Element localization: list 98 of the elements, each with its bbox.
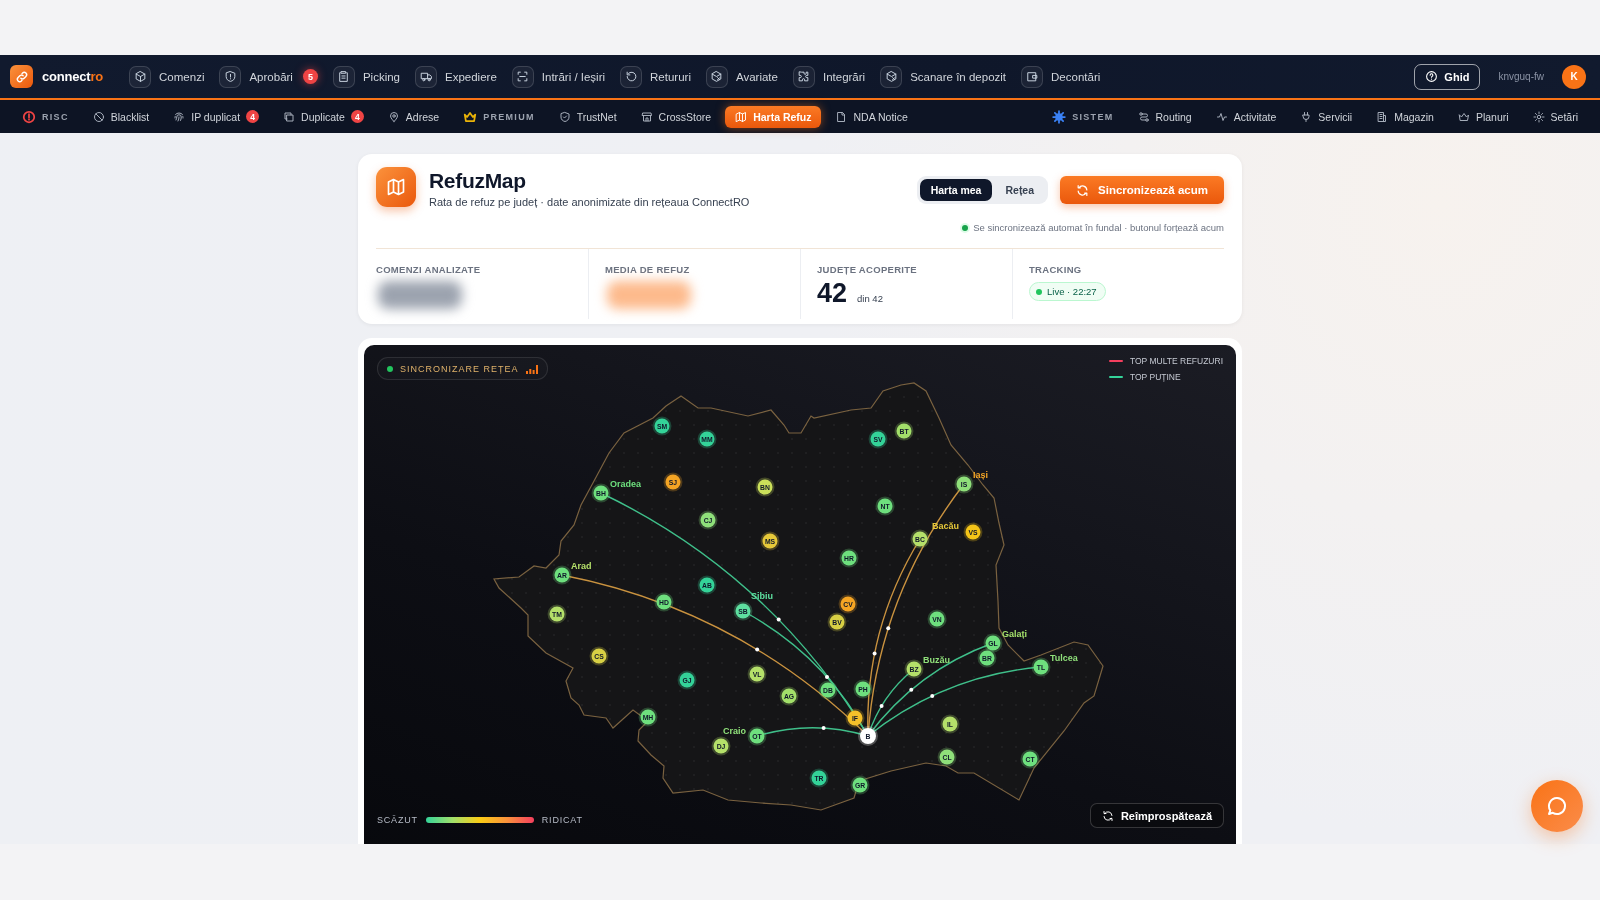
subnav-tab[interactable]: Planuri [1447, 105, 1519, 128]
nav-link[interactable]: Intrări / Ieșiri [511, 65, 606, 88]
stat-label: MEDIA DE REFUZ [605, 264, 691, 275]
stat-label: COMENZI ANALIZATE [376, 264, 482, 275]
sync-icon [1076, 183, 1090, 197]
shield-icon [219, 65, 242, 88]
scale-high-label: RIDICAT [541, 815, 583, 825]
subnav-tab[interactable]: Blacklist [82, 105, 160, 128]
wallet-icon [1021, 65, 1044, 88]
section-label: SISTEM [1072, 111, 1114, 122]
subnav-tab[interactable]: Duplicate 4 [273, 105, 374, 128]
legend-label: TOP PUȚINE [1129, 372, 1181, 382]
settings-icon [1532, 110, 1545, 123]
section-label: RISC [42, 111, 69, 122]
stat-value: 42 [817, 278, 848, 309]
plug-icon [1300, 110, 1313, 123]
route-marker [776, 617, 781, 622]
nav-link[interactable]: Decontări [1021, 65, 1101, 88]
help-icon [1425, 70, 1439, 83]
route-icon [1137, 110, 1150, 123]
city-label: Tulcea [1050, 653, 1078, 663]
nav-link[interactable]: Expediere [415, 65, 497, 88]
route-marker [886, 626, 891, 631]
signal-bars-icon [525, 363, 538, 374]
route-marker [909, 687, 914, 692]
nav-link[interactable]: Comenzi [129, 65, 205, 88]
undo-icon [620, 65, 643, 88]
copy-icon [283, 110, 296, 123]
truck-icon [415, 65, 437, 88]
stat-label: JUDEȚE ACOPERITE [817, 264, 918, 275]
page-title: RefuzMap [429, 169, 527, 193]
refresh-button[interactable]: Reîmprospătează [1089, 803, 1224, 828]
route-marker [755, 647, 760, 652]
user-name: knvguq-fw [1498, 71, 1544, 82]
count-badge: 5 [302, 69, 318, 84]
ban-icon [92, 110, 105, 123]
city-label: Arad [571, 561, 592, 571]
subnav-tab[interactable]: Servicii [1290, 105, 1363, 128]
subnav-tab[interactable]: NDA Notice [825, 105, 918, 128]
count-badge: 4 [350, 110, 364, 123]
location-pin-icon [387, 110, 400, 123]
store-icon [640, 110, 653, 123]
fingerprint-icon [173, 110, 186, 123]
city-label: Iași [973, 470, 988, 480]
route-marker [930, 693, 935, 698]
subnav-tab[interactable]: CrossStore [630, 105, 722, 128]
nav-link[interactable]: Picking [332, 65, 400, 88]
toggle-option[interactable]: Harta mea [919, 179, 993, 201]
subnav-tab[interactable]: Adrese [377, 105, 450, 128]
sync-status-text: SINCRONIZARE REȚEA [400, 363, 519, 374]
subnav-tab[interactable]: TrustNet [548, 105, 627, 128]
city-label: Craio [723, 726, 746, 736]
sync-icon [1101, 809, 1114, 822]
subnav-tab[interactable]: IP duplicat 4 [163, 105, 270, 128]
stat-label: TRACKING [1029, 264, 1083, 275]
route-marker [872, 651, 877, 656]
crown-icon [1457, 110, 1470, 123]
logo-icon[interactable] [10, 65, 33, 88]
guide-button[interactable]: Ghid [1414, 63, 1481, 90]
subnav-tab[interactable]: Activitate [1205, 105, 1287, 128]
city-label: Galați [1002, 629, 1027, 639]
subnav-tab[interactable]: Setări [1522, 105, 1588, 128]
document-icon [835, 110, 848, 123]
status-dot [962, 224, 969, 231]
subnav-tab[interactable]: Magazin [1366, 105, 1444, 128]
scan-icon [511, 65, 534, 88]
building-icon [1376, 110, 1389, 123]
city-label: Buzău [923, 655, 950, 665]
brand-name: connectro [42, 69, 104, 84]
route-marker [821, 726, 826, 730]
nav-link[interactable]: Integrări [792, 65, 866, 88]
package-icon [705, 65, 728, 88]
legend-label: TOP MULTE REFUZURI [1129, 356, 1223, 366]
nav-link[interactable]: Avariate [705, 65, 778, 88]
subnav-tab[interactable]: Routing [1127, 105, 1202, 128]
map-icon [735, 110, 748, 123]
scale-low-label: SCĂZUT [377, 815, 418, 825]
count-badge: 4 [246, 110, 260, 123]
section-label: PREMIUM [483, 111, 535, 122]
puzzle-icon [792, 65, 815, 88]
box-icon [129, 65, 152, 88]
shield-check-icon [558, 110, 571, 123]
clipboard-icon [332, 65, 355, 88]
live-status-pill: Live · 22:27 [1029, 282, 1106, 301]
nav-link[interactable]: Aprobări 5 [219, 65, 318, 88]
city-label: Oradea [610, 479, 642, 489]
nav-link[interactable]: Scanare în depozit [880, 65, 1007, 88]
route-marker [879, 703, 884, 708]
chat-icon [1545, 794, 1569, 818]
package-icon [880, 65, 903, 88]
nav-link[interactable]: Retururi [620, 65, 691, 88]
route-marker [825, 675, 829, 679]
map-icon [376, 167, 416, 207]
toggle-option[interactable]: Rețea [994, 179, 1046, 201]
pulse-icon [1215, 110, 1228, 123]
page-subtitle: Rata de refuz pe județ · date anonimizate din rețeaua ConnectRO [429, 196, 750, 208]
sync-note: Se sincronizează automat în fundal · butonul forțează acum [973, 222, 1224, 233]
stat-total: din 42 [857, 293, 883, 304]
